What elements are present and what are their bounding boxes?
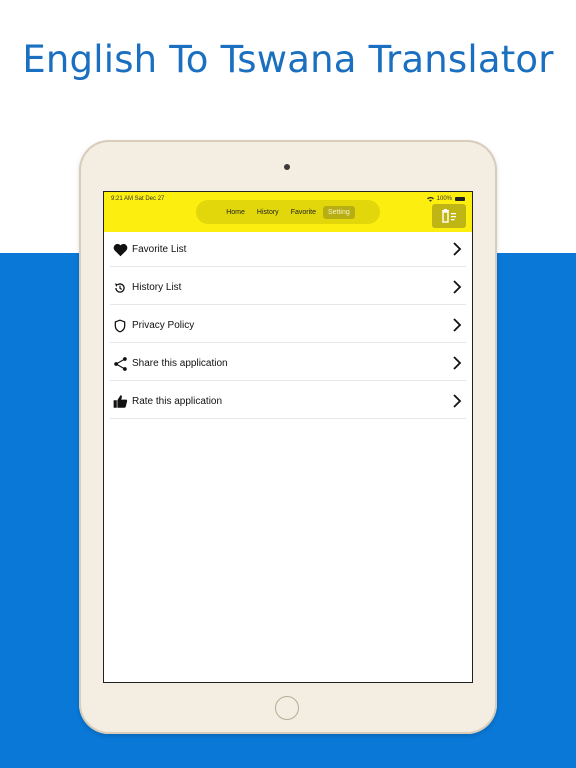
camera-dot [284, 164, 290, 170]
tab-history[interactable]: History [252, 206, 284, 219]
settings-row-rate[interactable]: Rate this application [110, 385, 466, 419]
shield-icon [112, 318, 128, 334]
battery-percent: 100% [436, 196, 452, 202]
ipad-frame: 9:21 AM Sat Dec 27 100% Home History Fav… [79, 140, 497, 734]
share-icon [112, 356, 128, 372]
settings-row-share[interactable]: Share this application [110, 347, 466, 381]
chevron-right-icon [453, 280, 462, 294]
history-icon [112, 280, 128, 296]
thumbs-up-icon [112, 394, 128, 410]
tab-bar: Home History Favorite Setting [196, 200, 380, 224]
settings-row-favorite-list[interactable]: Favorite List [110, 233, 466, 267]
settings-list: Favorite List History List Privacy Polic… [110, 233, 466, 423]
page-title: English To Tswana Translator [22, 38, 554, 81]
settings-row-history-list[interactable]: History List [110, 271, 466, 305]
top-bar: 9:21 AM Sat Dec 27 100% Home History Fav… [104, 192, 472, 232]
home-button[interactable] [275, 696, 299, 720]
tab-home[interactable]: Home [221, 206, 250, 219]
status-time: 9:21 AM Sat Dec 27 [111, 196, 165, 202]
chevron-right-icon [453, 242, 462, 256]
battery-icon [455, 197, 465, 201]
settings-row-label: Rate this application [132, 396, 223, 407]
settings-row-label: Privacy Policy [132, 320, 195, 331]
status-indicators: 100% [426, 196, 465, 202]
chevron-right-icon [453, 356, 462, 370]
settings-row-label: Share this application [132, 358, 228, 369]
chevron-right-icon [453, 394, 462, 408]
settings-row-privacy-policy[interactable]: Privacy Policy [110, 309, 466, 343]
tab-setting[interactable]: Setting [322, 205, 355, 219]
wifi-icon [426, 196, 434, 202]
tab-favorite[interactable]: Favorite [286, 206, 321, 219]
trash-icon [442, 209, 456, 223]
app-screen: 9:21 AM Sat Dec 27 100% Home History Fav… [103, 191, 473, 683]
chevron-right-icon [453, 318, 462, 332]
heart-icon [112, 242, 128, 258]
settings-row-label: Favorite List [132, 244, 187, 255]
settings-row-label: History List [132, 282, 182, 293]
clear-button[interactable] [432, 204, 466, 228]
